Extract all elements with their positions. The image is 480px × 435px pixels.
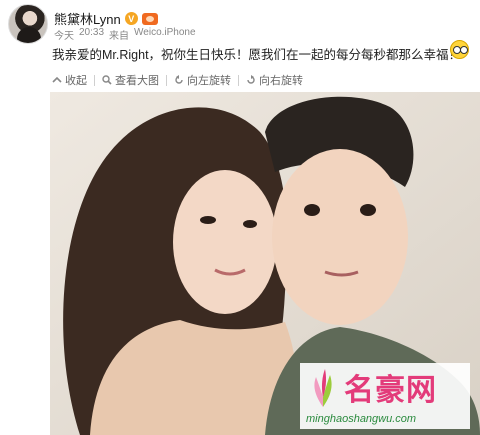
weibo-post: 熊黛林Lynn V 今天 20:33 来自 Weico.iPhone 我亲爱的M… [0, 0, 480, 435]
rotate-right-label: 向右旋转 [259, 75, 303, 87]
collapse-label: 收起 [65, 75, 87, 87]
post-date: 今天 [54, 31, 74, 42]
post-meta: 今天 20:33 来自 Weico.iPhone [54, 27, 196, 42]
name-row: 熊黛林Lynn V [54, 9, 158, 28]
post-time[interactable]: 20:33 [79, 27, 104, 42]
source-prefix: 来自 [109, 31, 130, 42]
emoji-icon [450, 40, 469, 59]
view-large-button[interactable]: 查看大图 [95, 72, 166, 88]
collapse-arrow-icon [52, 76, 62, 83]
image-toolbar: 收起 查看大图 向左旋转 向右旋转 [52, 70, 310, 90]
rotate-left-button[interactable]: 向左旋转 [167, 72, 238, 88]
rotate-right-icon [247, 75, 255, 84]
view-large-label: 查看大图 [115, 75, 159, 87]
collapse-button[interactable]: 收起 [52, 72, 94, 88]
post-text: 我亲爱的Mr.Right，祝你生日快乐！愿我们在一起的每分每秒都那么幸福！ [52, 48, 462, 62]
post-header: 熊黛林Lynn V 今天 20:33 来自 Weico.iPhone [8, 4, 472, 44]
avatar[interactable] [8, 4, 48, 44]
rotate-left-icon [175, 75, 183, 84]
watermark-name: 名豪网 [344, 374, 437, 407]
verified-badge-icon: V [124, 12, 138, 25]
post-source[interactable]: Weico.iPhone [134, 27, 196, 42]
watermark-url: minghaoshangwu.com [306, 413, 417, 425]
watermark-logo-icon [314, 369, 332, 407]
rotate-left-label: 向左旋转 [187, 75, 231, 87]
magnifier-icon [102, 75, 112, 85]
rotate-right-button[interactable]: 向右旋转 [239, 72, 310, 88]
member-icon [141, 12, 158, 25]
watermark: 名豪网 minghaoshangwu.com [300, 363, 470, 429]
user-name[interactable]: 熊黛林Lynn [54, 9, 121, 28]
